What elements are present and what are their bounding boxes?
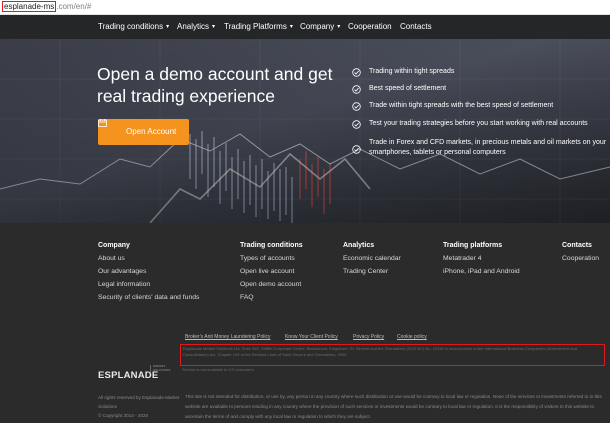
hero-banner: Open a demo account and get real trading… (0, 39, 610, 223)
policy-link-privacy[interactable]: Privacy Policy (353, 334, 384, 341)
hero-title: Open a demo account and get real trading… (97, 64, 333, 106)
footer-heading-trading-conditions: Trading conditions (240, 242, 303, 249)
nav-label: Trading conditions (98, 22, 164, 31)
footer-link-about-us[interactable]: About us (98, 254, 125, 263)
footer-link-open-live-account[interactable]: Open live account (240, 267, 294, 276)
footer-link-metatrader-4[interactable]: Metatrader 4 (443, 254, 482, 263)
nav-label: Contacts (400, 22, 432, 31)
nav-label: Analytics (177, 22, 210, 31)
chevron-down-icon: ▾ (166, 24, 170, 30)
esplanade-logo[interactable]: ESPLANADE MARKET SOLUTIONS (98, 364, 170, 383)
site-footer: Company About us Our advantages Legal in… (0, 223, 610, 423)
footer-link-types-of-accounts[interactable]: Types of accounts (240, 254, 295, 263)
footer-link-security[interactable]: Security of clients' data and funds (98, 293, 199, 302)
calendar-icon (98, 119, 107, 127)
footer-link-open-demo-account[interactable]: Open demo account (240, 280, 301, 289)
copyright-text: © Copyright 2014 - 2020 (98, 413, 149, 418)
nav-item-cooperation[interactable]: Cooperation (348, 21, 392, 33)
url-host-highlight: esplanade-ms (2, 1, 57, 12)
nav-item-analytics[interactable]: Analytics ▾ (177, 21, 215, 33)
rights-text: All rights reserved by Esplanade Market … (98, 395, 180, 409)
legal-notice: This site is not intended for distributi… (185, 394, 602, 419)
chevron-down-icon: ▾ (289, 24, 293, 30)
nav-label: Company (300, 22, 335, 31)
main-nav: Trading conditions ▾ Analytics ▾ Trading P… (0, 15, 610, 39)
footer-link-economic-calendar[interactable]: Economic calendar (343, 254, 401, 263)
feature-text: Trade in Forex and CFD markets, in preci… (369, 139, 607, 156)
url-path: .com/en/# (56, 2, 92, 11)
nav-item-contacts[interactable]: Contacts (400, 21, 432, 33)
policy-link-aml[interactable]: Broker's Anti Money Laundering Policy (185, 334, 270, 341)
policy-link-cookie[interactable]: Cookie policy (397, 334, 427, 341)
browser-url-bar[interactable]: esplanade-ms .com/en/# (0, 0, 610, 15)
nav-item-trading-platforms[interactable]: Trading Platforms ▾ (224, 21, 293, 33)
policy-link-kyc[interactable]: Know Your Client Policy (285, 334, 338, 341)
nav-item-trading-conditions[interactable]: Trading conditions ▾ (98, 21, 169, 33)
check-circle-icon (352, 145, 361, 154)
open-account-button[interactable]: Open Account (98, 119, 189, 145)
footer-link-trading-center[interactable]: Trading Center (343, 267, 388, 276)
nav-item-company[interactable]: Company ▾ (300, 21, 340, 33)
feature-text: Trade within tight spreads with the best… (369, 102, 554, 109)
rights-block: All rights reserved by Esplanade Market … (98, 393, 180, 420)
check-circle-icon (352, 68, 361, 77)
check-circle-icon (352, 85, 361, 94)
company-registration-text: Esplanade Market Solutions Ltd. Suite 30… (183, 346, 577, 357)
open-account-label: Open Account (126, 127, 177, 136)
footer-heading-contacts: Contacts (562, 242, 592, 249)
footer-heading-analytics: Analytics (343, 242, 375, 249)
logo-subtitle: MARKET SOLUTIONS (150, 364, 170, 372)
footer-link-mobile-platforms[interactable]: iPhone, iPad and Android (443, 267, 520, 276)
feature-text: Best speed of settlement (369, 85, 447, 92)
footer-heading-company: Company (98, 242, 130, 249)
company-disclaimer-highlight: Esplanade Market Solutions Ltd. Suite 30… (180, 344, 605, 366)
footer-link-cooperation[interactable]: Cooperation (562, 254, 599, 263)
nav-label: Cooperation (348, 22, 392, 31)
url-text[interactable]: esplanade-ms .com/en/# (2, 1, 91, 12)
us-customers-notice: Service is not available to US customers… (182, 367, 255, 372)
footer-link-faq[interactable]: FAQ (240, 293, 254, 302)
chevron-down-icon: ▾ (212, 24, 216, 30)
footer-heading-trading-platforms: Trading platforms (443, 242, 503, 249)
feature-text: Trading within tight spreads (369, 68, 455, 75)
nav-label: Trading Platforms (224, 22, 287, 31)
check-circle-icon (352, 120, 361, 129)
footer-link-our-advantages[interactable]: Our advantages (98, 267, 146, 276)
check-circle-icon (352, 102, 361, 111)
footer-link-legal-information[interactable]: Legal information (98, 280, 150, 289)
feature-text: Test your trading strategies before you … (369, 120, 588, 127)
chevron-down-icon: ▾ (337, 24, 341, 30)
